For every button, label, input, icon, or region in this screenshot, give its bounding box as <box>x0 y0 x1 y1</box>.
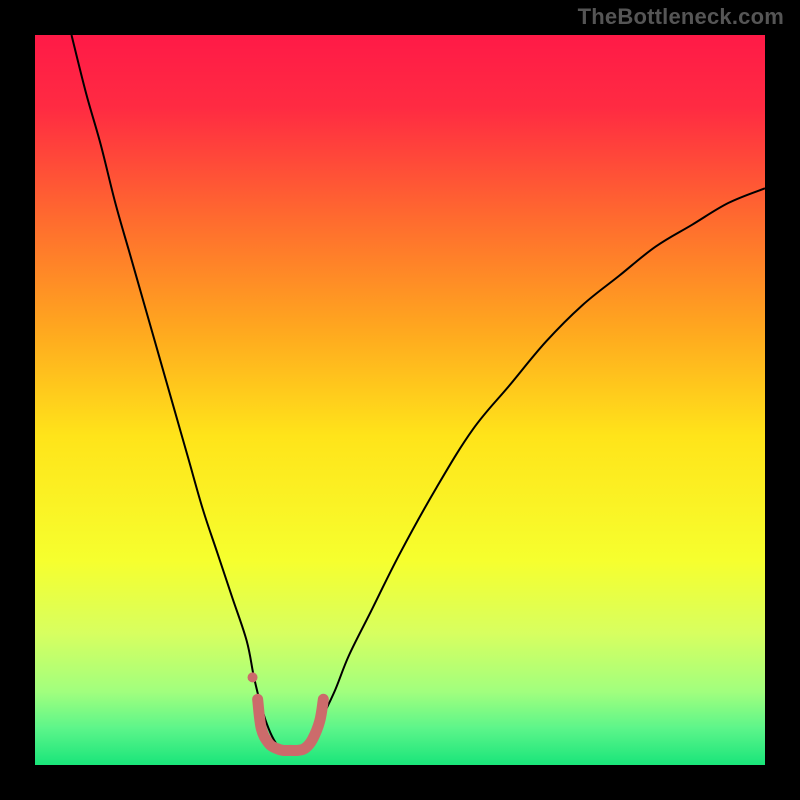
chart-frame: TheBottleneck.com <box>0 0 800 800</box>
watermark-text: TheBottleneck.com <box>578 4 784 30</box>
series-dot <box>248 672 258 682</box>
chart-svg <box>35 35 765 765</box>
plot-area <box>35 35 765 765</box>
chart-background <box>35 35 765 765</box>
